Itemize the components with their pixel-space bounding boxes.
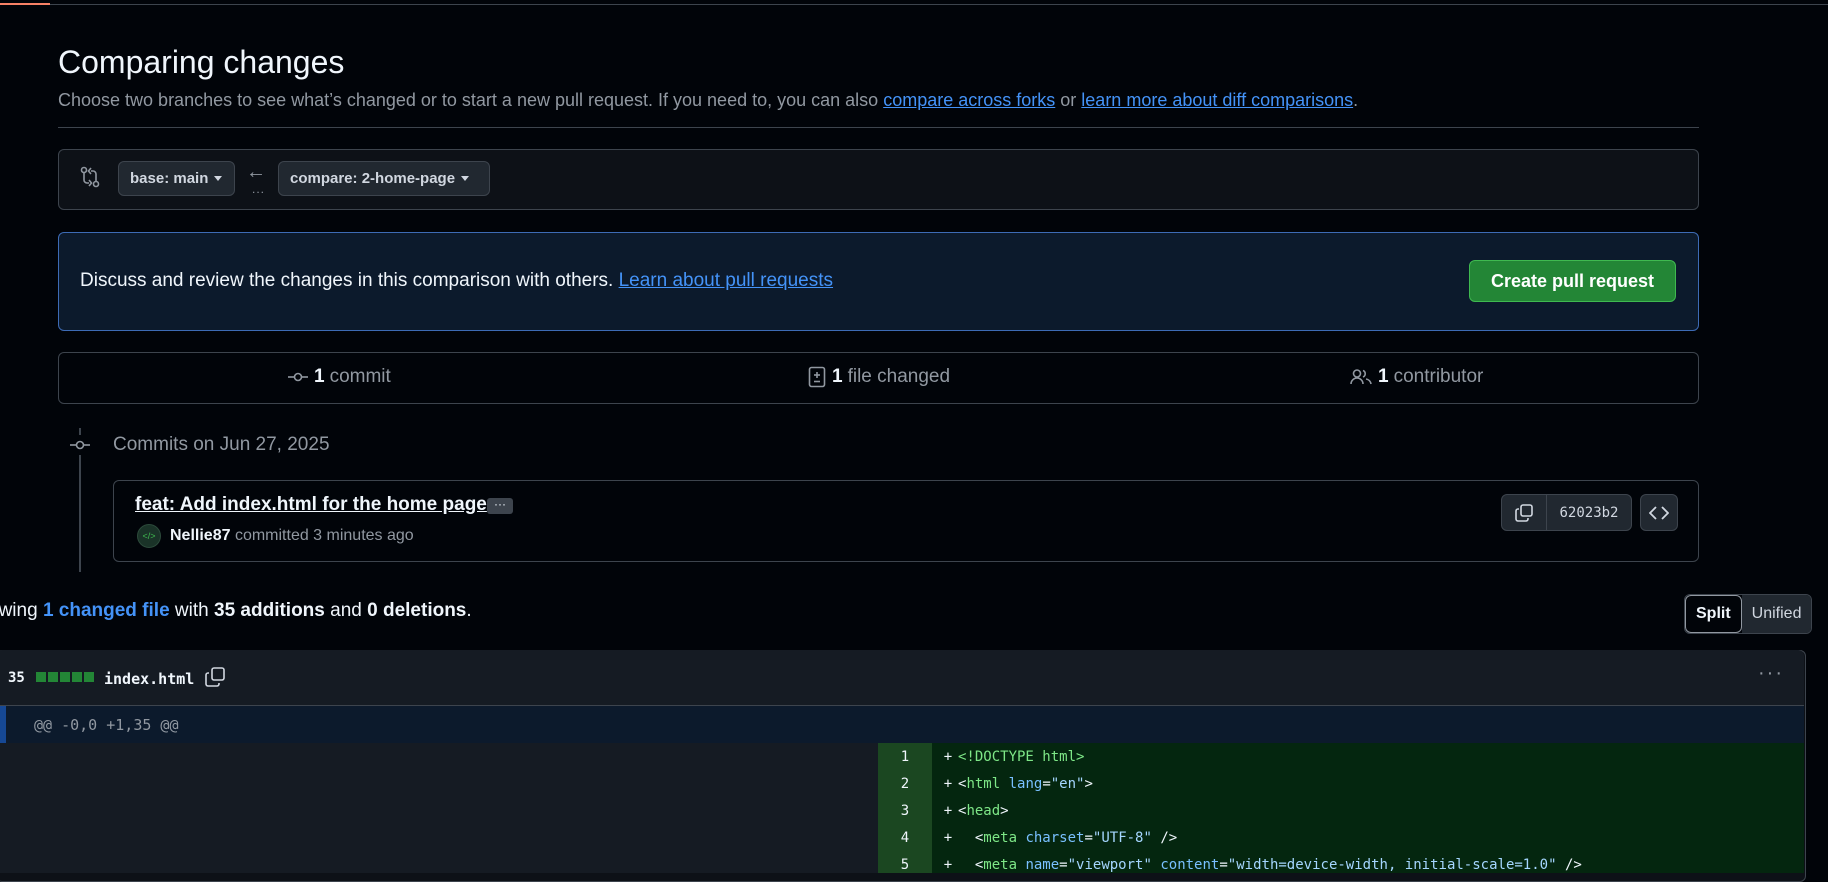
- line-number[interactable]: 2: [878, 776, 932, 792]
- line-number[interactable]: 1: [878, 749, 932, 765]
- commit-author-link[interactable]: Nellie87: [170, 527, 230, 544]
- learn-diff-comparisons-link[interactable]: learn more about diff comparisons: [1081, 90, 1353, 110]
- files-count: 1: [832, 366, 843, 387]
- deletions-count: 0 deletions: [367, 600, 467, 621]
- added-marker: +: [943, 802, 953, 819]
- subtitle-text: Choose two branches to see what’s change…: [58, 90, 879, 110]
- hunk-header: @@ -0,0 +1,35 @@: [34, 716, 179, 734]
- added-marker: +: [943, 775, 953, 792]
- contributors-count: 1: [1378, 366, 1389, 387]
- added-marker: +: [943, 748, 953, 765]
- base-branch-dropdown[interactable]: base: main: [118, 161, 235, 196]
- top-border: [0, 4, 1828, 5]
- arrow-left-icon: ←: [246, 161, 266, 183]
- create-pull-request-button[interactable]: Create pull request: [1469, 260, 1676, 302]
- compare-branch-dropdown[interactable]: compare: 2-home-page: [278, 161, 490, 196]
- additions-count: 35 additions: [214, 600, 325, 621]
- line-code: <!DOCTYPE html>: [958, 748, 1085, 765]
- diff-line: 3 + <head>: [878, 797, 1804, 824]
- expand-commit-button[interactable]: ···: [487, 498, 513, 514]
- divider: [58, 127, 1699, 128]
- files-changed-tab[interactable]: 1 file changed: [808, 366, 950, 388]
- summary-with: with: [174, 600, 209, 621]
- avatar[interactable]: </>: [137, 524, 161, 548]
- commits-count: 1: [314, 366, 325, 387]
- line-number[interactable]: 3: [878, 803, 932, 819]
- git-compare-icon: [80, 166, 100, 188]
- hunk-expand-bar[interactable]: [0, 706, 6, 743]
- contributors-tab[interactable]: 1 contributor: [1350, 366, 1483, 388]
- line-code: <head>: [958, 802, 1009, 819]
- code-icon: [1649, 505, 1669, 520]
- copy-sha-button[interactable]: [1502, 495, 1547, 530]
- people-icon: [1350, 369, 1372, 385]
- file-name-link[interactable]: index.html: [104, 670, 194, 688]
- contributors-label: contributor: [1393, 366, 1484, 387]
- kebab-menu-icon[interactable]: ···: [1758, 663, 1788, 688]
- diff-view-toggle: Split Unified: [1684, 594, 1813, 634]
- diff-line: 2 + <html lang="en">: [878, 770, 1804, 797]
- commits-tab[interactable]: 1 commit: [288, 366, 391, 388]
- subtitle-end: .: [1353, 90, 1359, 110]
- split-view-button[interactable]: Split: [1685, 595, 1742, 633]
- files-label: file changed: [847, 366, 951, 387]
- page-subtitle: Choose two branches to see what’s change…: [58, 90, 1358, 111]
- file-changes-count: 35: [8, 670, 25, 686]
- commit-sha-link[interactable]: 62023b2: [1547, 495, 1631, 530]
- git-commit-icon: [70, 435, 90, 455]
- file-diff-icon: [808, 366, 826, 388]
- caret-down-icon: [461, 176, 470, 181]
- commits-label: commit: [329, 366, 391, 387]
- commit-action: committed 3 minutes ago: [234, 527, 414, 544]
- range-dots: ...: [252, 182, 266, 196]
- commit-meta: Nellie87 committed 3 minutes ago: [170, 527, 414, 545]
- copy-icon[interactable]: [204, 666, 226, 688]
- subtitle-or: or: [1060, 90, 1077, 110]
- page-title: Comparing changes: [58, 44, 345, 80]
- top-accent: [0, 3, 50, 5]
- base-branch-label: base: main: [130, 170, 209, 187]
- summary-and: and: [330, 600, 362, 621]
- summary-end: .: [466, 600, 472, 621]
- browse-repo-button[interactable]: [1640, 494, 1678, 531]
- line-code: <meta charset="UTF-8" />: [958, 829, 1178, 846]
- left-side-empty: [0, 743, 878, 873]
- file-header: [0, 650, 1804, 706]
- added-marker: +: [943, 829, 953, 846]
- commits-date-heading: Commits on Jun 27, 2025: [113, 434, 330, 455]
- flash-text: Discuss and review the changes in this c…: [80, 270, 614, 291]
- added-marker: +: [943, 856, 953, 873]
- commit-list-item: [113, 480, 1699, 562]
- hunk-header-row: [0, 706, 1804, 743]
- commit-sha-group: 62023b2: [1501, 494, 1632, 531]
- caret-down-icon: [214, 176, 223, 181]
- line-number[interactable]: 4: [878, 830, 932, 846]
- diffstat-blocks: [36, 672, 94, 682]
- line-code: <html lang="en">: [958, 775, 1093, 792]
- diff-line: 1 + <!DOCTYPE html>: [878, 743, 1804, 770]
- changed-files-link[interactable]: 1 changed file: [43, 600, 170, 621]
- flash-message: Discuss and review the changes in this c…: [80, 270, 833, 292]
- learn-about-pull-requests-link[interactable]: Learn about pull requests: [619, 270, 833, 291]
- summary-prefix: owing: [0, 600, 38, 621]
- diff-summary: owing 1 changed file with 35 additions a…: [0, 600, 472, 622]
- compare-across-forks-link[interactable]: compare across forks: [883, 90, 1055, 110]
- line-number[interactable]: 5: [878, 857, 932, 873]
- copy-icon: [1515, 503, 1533, 522]
- diff-line: 5 + <meta name="viewport" content="width=…: [878, 851, 1804, 878]
- git-commit-icon: [288, 372, 308, 382]
- line-code: <meta name="viewport" content="width=dev…: [958, 856, 1582, 873]
- unified-view-button[interactable]: Unified: [1741, 595, 1812, 633]
- compare-branch-label: compare: 2-home-page: [290, 170, 456, 187]
- diff-line: 4 + <meta charset="UTF-8" />: [878, 824, 1804, 851]
- commit-message-link[interactable]: feat: Add index.html for the home page: [135, 494, 487, 516]
